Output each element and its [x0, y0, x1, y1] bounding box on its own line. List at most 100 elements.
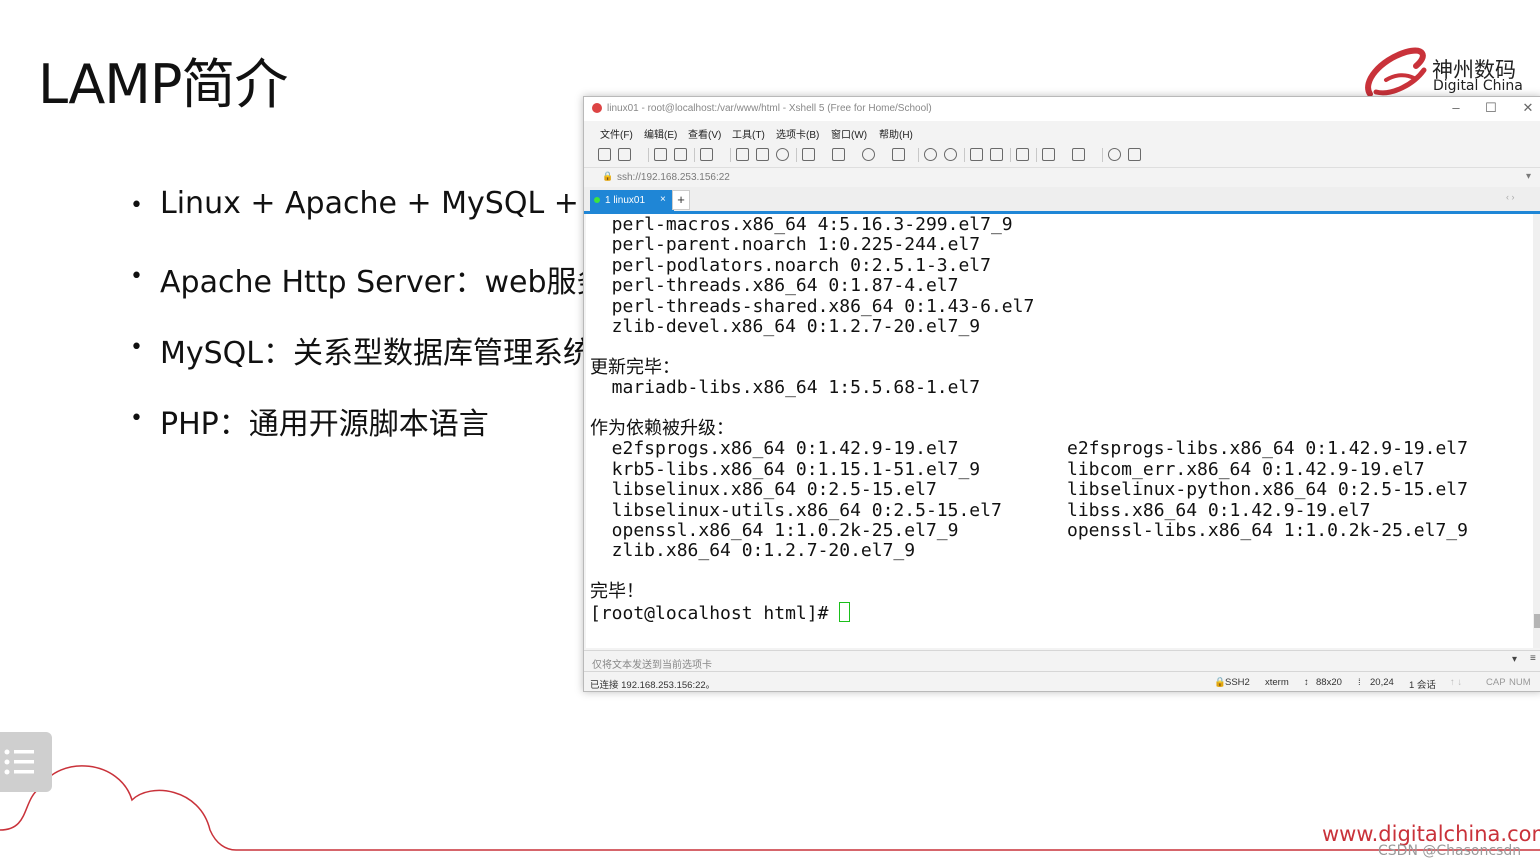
print-icon[interactable]: [802, 148, 815, 161]
globe-icon[interactable]: [862, 148, 875, 161]
toolbar-divider: [964, 148, 965, 162]
bullet-list: Linux + Apache + MySQL + PHP Apache Http…: [130, 186, 647, 470]
tab-close-icon[interactable]: ×: [660, 194, 666, 205]
scrollbar-thumb[interactable]: [1534, 614, 1540, 628]
find-icon[interactable]: [776, 148, 789, 161]
tab-scroll-icon[interactable]: ‹ ›: [1506, 192, 1515, 202]
send-dropdown-icon[interactable]: ▾: [1512, 654, 1517, 665]
open-folder-icon[interactable]: [618, 148, 631, 161]
fullscreen-icon[interactable]: [970, 148, 983, 161]
terminal-line: 更新完毕：: [590, 357, 680, 378]
script-icon[interactable]: [944, 148, 957, 161]
keyboard-icon[interactable]: [1016, 148, 1029, 161]
menu-edit[interactable]: 编辑(E): [644, 126, 677, 141]
terminal-line: 完毕！: [590, 581, 644, 602]
lock-icon[interactable]: [990, 148, 1003, 161]
bullet-item: Linux + Apache + MySQL + PHP: [130, 186, 647, 257]
toolbar-divider: [1010, 148, 1011, 162]
terminal-prompt-line: [root@localhost html]#: [590, 602, 851, 624]
toolbar-divider: [918, 148, 919, 162]
menu-tools[interactable]: 工具(T): [732, 126, 765, 141]
tab-status-icon: [594, 197, 600, 203]
lock-small-icon: 🔒: [602, 171, 614, 181]
terminal-line: perl-podlators.noarch 0:2.5.1-3.el7: [590, 255, 991, 276]
add-tab-button[interactable]: +: [672, 190, 690, 210]
status-size-icon: ↕: [1304, 677, 1309, 688]
status-cursor-pos: 20,24: [1370, 677, 1394, 688]
terminal-line: libselinux-python.x86_64 0:2.5-15.el7: [1067, 479, 1468, 500]
terminal-line: krb5-libs.x86_64 0:1.15.1-51.el7_9: [590, 459, 981, 480]
toolbar-divider: [694, 148, 695, 162]
terminal-line: e2fsprogs.x86_64 0:1.42.9-19.el7: [590, 438, 959, 459]
bullet-item: MySQL：关系型数据库管理系统: [130, 328, 647, 399]
xshell-app-icon: [592, 103, 602, 113]
terminal-line: perl-threads.x86_64 0:1.87-4.el7: [590, 275, 959, 296]
menu-file[interactable]: 文件(F): [600, 126, 633, 141]
terminal-cursor: [839, 602, 851, 622]
menu-help[interactable]: 帮助(H): [879, 126, 913, 141]
terminal-line: perl-threads-shared.x86_64 0:1.43-6.el7: [590, 296, 1035, 317]
disconnect-icon[interactable]: [674, 148, 687, 161]
menu-tabs[interactable]: 选项卡(B): [776, 126, 819, 141]
toolbar-divider: [1102, 148, 1103, 162]
paste-icon[interactable]: [756, 148, 769, 161]
address-text: ssh://192.168.253.156:22: [617, 172, 730, 183]
properties-icon[interactable]: [700, 148, 713, 161]
terminal-line: perl-parent.noarch 1:0.225-244.el7: [590, 234, 981, 255]
terminal-line: mariadb-libs.x86_64 1:5.5.68-1.el7: [590, 377, 981, 398]
terminal-prompt: [root@localhost html]#: [590, 603, 840, 624]
toolbar-divider: [1036, 148, 1037, 162]
window-title: linux01 - root@localhost:/var/www/html -…: [607, 103, 932, 114]
address-bar[interactable]: 🔒 ssh://192.168.253.156:22 ▾: [584, 167, 1540, 188]
tab-label: 1 linux01: [605, 195, 646, 206]
terminal-line: perl-macros.x86_64 4:5.16.3-299.el7_9: [590, 214, 1013, 235]
terminal-line: libselinux-utils.x86_64 0:2.5-15.el7: [590, 500, 1002, 521]
tab-bar: 1 linux01 × + ‹ ›: [584, 187, 1540, 211]
xshell-window: linux01 - root@localhost:/var/www/html -…: [583, 96, 1540, 692]
chat-icon[interactable]: [1128, 148, 1141, 161]
transfer-icon[interactable]: [832, 148, 845, 161]
decorative-cloud-line: [0, 765, 1540, 851]
status-protocol: SSH2: [1225, 677, 1250, 688]
terminal-line: e2fsprogs-libs.x86_64 0:1.42.9-19.el7: [1067, 438, 1468, 459]
minimize-icon[interactable]: –: [1446, 100, 1466, 115]
status-term: xterm: [1265, 677, 1289, 688]
toolbar-divider: [796, 148, 797, 162]
layout-icon[interactable]: [1072, 148, 1085, 161]
help-icon[interactable]: [1108, 148, 1121, 161]
new-tab-icon[interactable]: [1042, 148, 1055, 161]
status-num: NUM: [1509, 677, 1531, 688]
terminal-line: openssl-libs.x86_64 1:1.0.2k-25.el7_9: [1067, 520, 1468, 541]
terminal-line: 作为依赖被升级：: [590, 418, 734, 439]
terminal-line: libss.x86_64 0:1.42.9-19.el7: [1067, 500, 1371, 521]
font-icon[interactable]: [892, 148, 905, 161]
copy-icon[interactable]: [736, 148, 749, 161]
xftp-icon[interactable]: [924, 148, 937, 161]
terminal-output[interactable]: perl-macros.x86_64 4:5.16.3-299.el7_9 pe…: [586, 214, 1534, 648]
terminal-line: openssl.x86_64 1:1.0.2k-25.el7_9: [590, 520, 959, 541]
menu-view[interactable]: 查看(V): [688, 126, 721, 141]
connect-icon[interactable]: [654, 148, 667, 161]
new-session-icon[interactable]: [598, 148, 611, 161]
terminal-line: libcom_err.x86_64 0:1.42.9-19.el7: [1067, 459, 1425, 480]
status-connection: 已连接 192.168.253.156:22。: [590, 680, 716, 691]
toolbar-divider: [648, 148, 649, 162]
status-arrows-icon: ↑ ↓: [1450, 677, 1463, 688]
menu-lines-icon[interactable]: ≡: [1530, 653, 1536, 664]
status-bar: 已连接 192.168.253.156:22。 🔒 SSH2 xterm ↕ 8…: [584, 671, 1540, 691]
close-icon[interactable]: ✕: [1518, 100, 1538, 116]
window-titlebar: linux01 - root@localhost:/var/www/html -…: [584, 97, 1540, 121]
toolbar-divider: [730, 148, 731, 162]
send-bar[interactable]: 仅将文本发送到当前选项卡 ▾ ≡: [584, 650, 1540, 672]
csdn-watermark: CSDN @Chasoncsdn: [1378, 843, 1522, 859]
list-icon: [4, 749, 34, 775]
toolbar: [584, 143, 1540, 167]
terminal-scrollbar[interactable]: [1533, 214, 1540, 648]
maximize-icon[interactable]: ☐: [1481, 100, 1501, 116]
address-dropdown-icon[interactable]: ▾: [1526, 171, 1531, 182]
tab-linux01[interactable]: 1 linux01 ×: [590, 190, 674, 211]
menu-window[interactable]: 窗口(W): [831, 126, 867, 141]
bullet-item: PHP：通用开源脚本语言: [130, 399, 647, 470]
menu-bar: 文件(F) 编辑(E) 查看(V) 工具(T) 选项卡(B) 窗口(W) 帮助(…: [584, 121, 1540, 143]
table-of-contents-button[interactable]: [0, 732, 52, 792]
